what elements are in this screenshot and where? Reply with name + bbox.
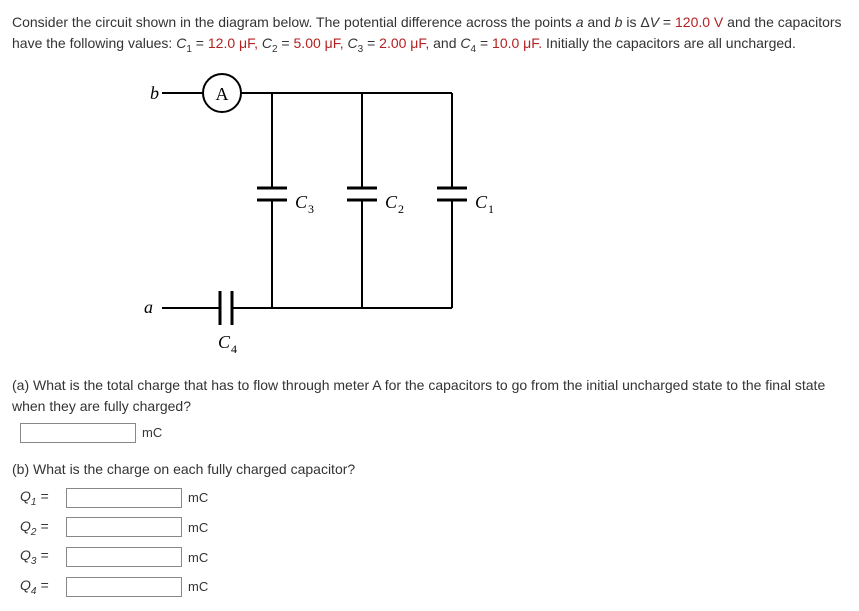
q1-label: Q1 = — [20, 486, 66, 510]
q1-unit: mC — [188, 488, 208, 508]
svg-text:4: 4 — [231, 342, 237, 353]
q1-input[interactable] — [66, 488, 182, 508]
q4-unit: mC — [188, 577, 208, 597]
svg-text:2: 2 — [398, 202, 404, 216]
part-b: (b) What is the charge on each fully cha… — [12, 459, 847, 599]
point-a: a — [576, 14, 584, 30]
voltage-value: 120.0 V — [675, 14, 723, 30]
cap-c1-label: C — [475, 192, 488, 212]
q3-label: Q3 = — [20, 545, 66, 569]
svg-text:1: 1 — [488, 202, 494, 216]
q4-label: Q4 = — [20, 575, 66, 599]
q2-unit: mC — [188, 518, 208, 538]
q2-input[interactable] — [66, 517, 182, 537]
q4-input[interactable] — [66, 577, 182, 597]
svg-text:3: 3 — [308, 202, 314, 216]
part-a: (a) What is the total charge that has to… — [12, 375, 847, 443]
q3-input[interactable] — [66, 547, 182, 567]
q3-unit: mC — [188, 548, 208, 568]
intro-text: Consider the circuit shown in the diagra… — [12, 14, 576, 30]
q2-label: Q2 = — [20, 516, 66, 540]
circuit-diagram: A b C 3 C 2 C 1 — [122, 73, 847, 359]
terminal-b: b — [150, 83, 159, 103]
part-a-input[interactable] — [20, 423, 136, 443]
cap-c2-label: C — [385, 192, 398, 212]
c3-value: 2.00 μF, — [379, 35, 429, 51]
part-a-unit: mC — [142, 423, 162, 443]
c2-value: 5.00 μF, — [294, 35, 344, 51]
c1-value: 12.0 μF, — [208, 35, 258, 51]
c4-value: 10.0 μF. — [492, 35, 542, 51]
problem-statement: Consider the circuit shown in the diagra… — [12, 12, 847, 57]
meter-label: A — [216, 84, 229, 104]
cap-c3-label: C — [295, 192, 308, 212]
part-b-question: (b) What is the charge on each fully cha… — [12, 459, 847, 480]
part-a-question: (a) What is the total charge that has to… — [12, 375, 847, 417]
terminal-a: a — [144, 297, 153, 317]
cap-c4-label: C — [218, 332, 231, 352]
